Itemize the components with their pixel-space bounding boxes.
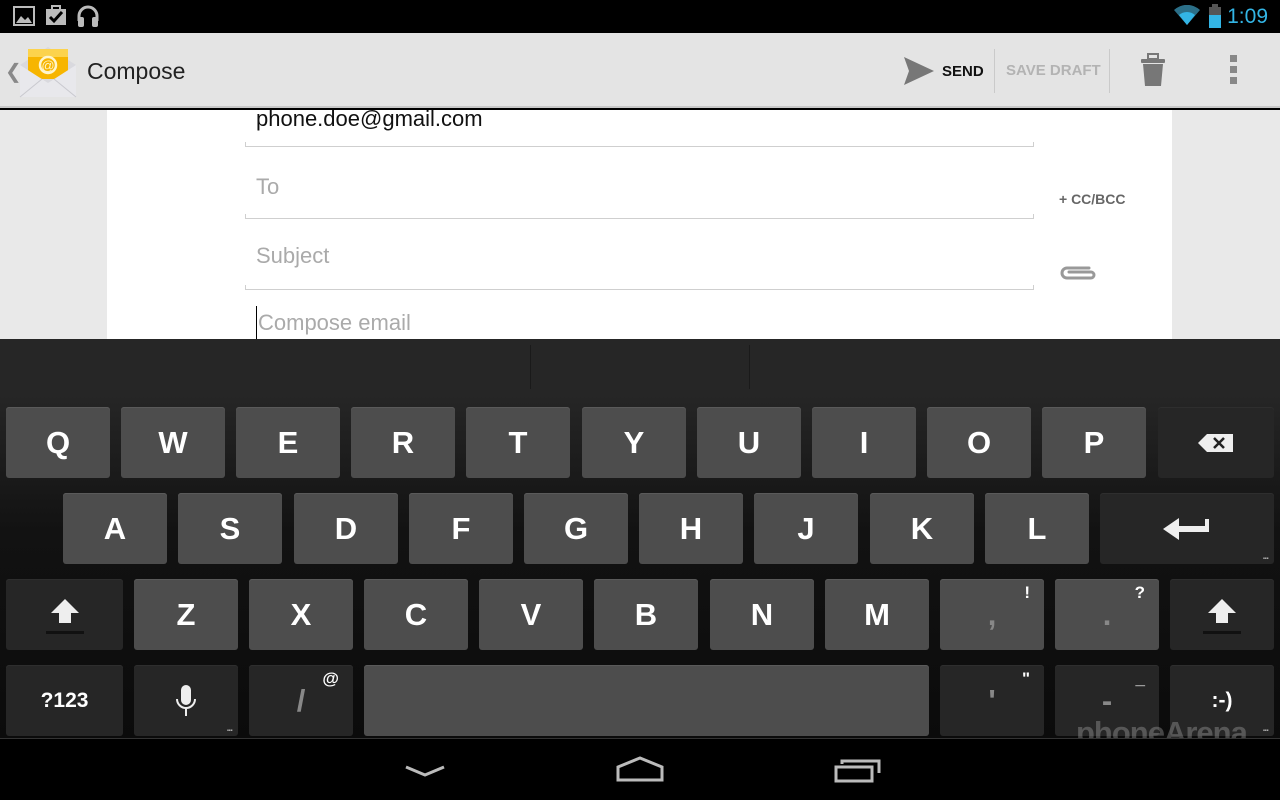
key-v[interactable]: V xyxy=(479,579,583,650)
overflow-menu-icon[interactable] xyxy=(1230,55,1237,88)
subject-field[interactable]: Subject xyxy=(245,221,1034,290)
key-h[interactable]: H xyxy=(639,493,743,564)
key-s[interactable]: S xyxy=(178,493,282,564)
suggestion-strip[interactable] xyxy=(0,339,1280,394)
to-field[interactable]: To xyxy=(245,150,1034,219)
divider xyxy=(749,345,750,389)
shift-arrow-icon xyxy=(1203,598,1241,634)
save-draft-button[interactable]: SAVE DRAFT xyxy=(1006,62,1101,79)
comma-label: , xyxy=(987,596,997,632)
key-w[interactable]: W xyxy=(121,407,225,478)
gallery-icon xyxy=(13,6,35,26)
hide-keyboard-icon[interactable] xyxy=(404,763,446,779)
apostrophe-hint: " xyxy=(1021,669,1030,688)
key-r[interactable]: R xyxy=(351,407,455,478)
keyboard: Q W E R T Y U I O P A S D F G H J K L ..… xyxy=(0,394,1280,738)
navigation-bar xyxy=(0,738,1280,800)
key-f[interactable]: F xyxy=(409,493,513,564)
microphone-icon xyxy=(176,684,196,716)
key-y[interactable]: Y xyxy=(582,407,686,478)
key-a[interactable]: A xyxy=(63,493,167,564)
compose-card: phone.doe@gmail.com To Subject Compose e… xyxy=(107,106,1172,339)
key-o[interactable]: O xyxy=(927,407,1031,478)
key-j[interactable]: J xyxy=(754,493,858,564)
battery-icon xyxy=(1209,4,1221,28)
send-button[interactable]: SEND xyxy=(900,49,984,93)
period-label: . xyxy=(1102,596,1112,632)
key-c[interactable]: C xyxy=(364,579,468,650)
dash-label: - xyxy=(1101,682,1113,718)
key-q[interactable]: Q xyxy=(6,407,110,478)
comma-hint: ! xyxy=(1024,583,1030,602)
key-n[interactable]: N xyxy=(710,579,814,650)
shift-key-right[interactable] xyxy=(1170,579,1274,650)
key-u[interactable]: U xyxy=(697,407,801,478)
slash-label: / xyxy=(296,682,306,718)
action-bar: ❮ @ Compose SEND SAVE DRAFT xyxy=(0,33,1280,108)
send-icon xyxy=(904,57,934,85)
enter-key[interactable]: ... xyxy=(1100,493,1274,564)
trash-icon[interactable] xyxy=(1138,52,1168,88)
to-placeholder: To xyxy=(256,174,280,199)
body-field[interactable]: Compose email xyxy=(256,306,411,339)
voice-input-key[interactable]: ... xyxy=(134,665,238,736)
more-indicator: ... xyxy=(1262,551,1269,562)
key-t[interactable]: T xyxy=(466,407,570,478)
divider xyxy=(530,345,531,389)
subject-placeholder: Subject xyxy=(256,243,330,268)
key-k[interactable]: K xyxy=(870,493,974,564)
backspace-icon xyxy=(1198,433,1233,452)
key-comma[interactable]: , ! xyxy=(940,579,1044,650)
symbols-key[interactable]: ?123 xyxy=(6,665,123,736)
tasks-check-icon xyxy=(46,5,66,25)
clock: 1:09 xyxy=(1227,5,1268,28)
key-i[interactable]: I xyxy=(812,407,916,478)
from-account: phone.doe@gmail.com xyxy=(256,106,483,131)
paperclip-icon[interactable] xyxy=(1059,262,1099,284)
svg-text:@: @ xyxy=(41,58,54,73)
recent-apps-icon[interactable] xyxy=(834,757,882,783)
key-apostrophe[interactable]: ' " xyxy=(940,665,1044,736)
key-z[interactable]: Z xyxy=(134,579,238,650)
divider xyxy=(994,49,995,93)
shift-arrow-icon xyxy=(45,598,84,634)
from-field[interactable]: phone.doe@gmail.com xyxy=(245,106,1034,147)
key-period[interactable]: . ? xyxy=(1055,579,1159,650)
compose-area: phone.doe@gmail.com To Subject Compose e… xyxy=(0,106,1280,339)
key-g[interactable]: G xyxy=(524,493,628,564)
home-icon[interactable] xyxy=(615,755,665,783)
divider xyxy=(1109,49,1110,93)
key-e[interactable]: E xyxy=(236,407,340,478)
smiley-label: :-) xyxy=(1211,688,1233,712)
key-l[interactable]: L xyxy=(985,493,1089,564)
key-x[interactable]: X xyxy=(249,579,353,650)
status-bar: 1:09 xyxy=(0,0,1280,33)
enter-icon xyxy=(1163,517,1209,540)
email-app-icon[interactable]: @ xyxy=(18,43,78,99)
period-hint: ? xyxy=(1134,583,1145,602)
wifi-icon xyxy=(1174,5,1200,25)
key-b[interactable]: B xyxy=(594,579,698,650)
shift-key-left[interactable] xyxy=(6,579,123,650)
key-m[interactable]: M xyxy=(825,579,929,650)
key-d[interactable]: D xyxy=(294,493,398,564)
slash-hint: @ xyxy=(322,669,339,688)
key-p[interactable]: P xyxy=(1042,407,1146,478)
headphones-icon xyxy=(77,5,99,27)
spacebar[interactable] xyxy=(364,665,929,736)
cc-bcc-button[interactable]: + CC/BCC xyxy=(1059,191,1126,207)
send-label: SEND xyxy=(942,62,984,80)
page-title: Compose xyxy=(87,58,186,84)
more-indicator: ... xyxy=(226,723,233,734)
dash-hint: _ xyxy=(1135,669,1145,688)
more-indicator: ... xyxy=(1262,723,1269,734)
apostrophe-label: ' xyxy=(988,682,996,718)
backspace-key[interactable] xyxy=(1158,407,1274,478)
key-slash[interactable]: / @ xyxy=(249,665,353,736)
symbols-label: ?123 xyxy=(40,688,89,712)
